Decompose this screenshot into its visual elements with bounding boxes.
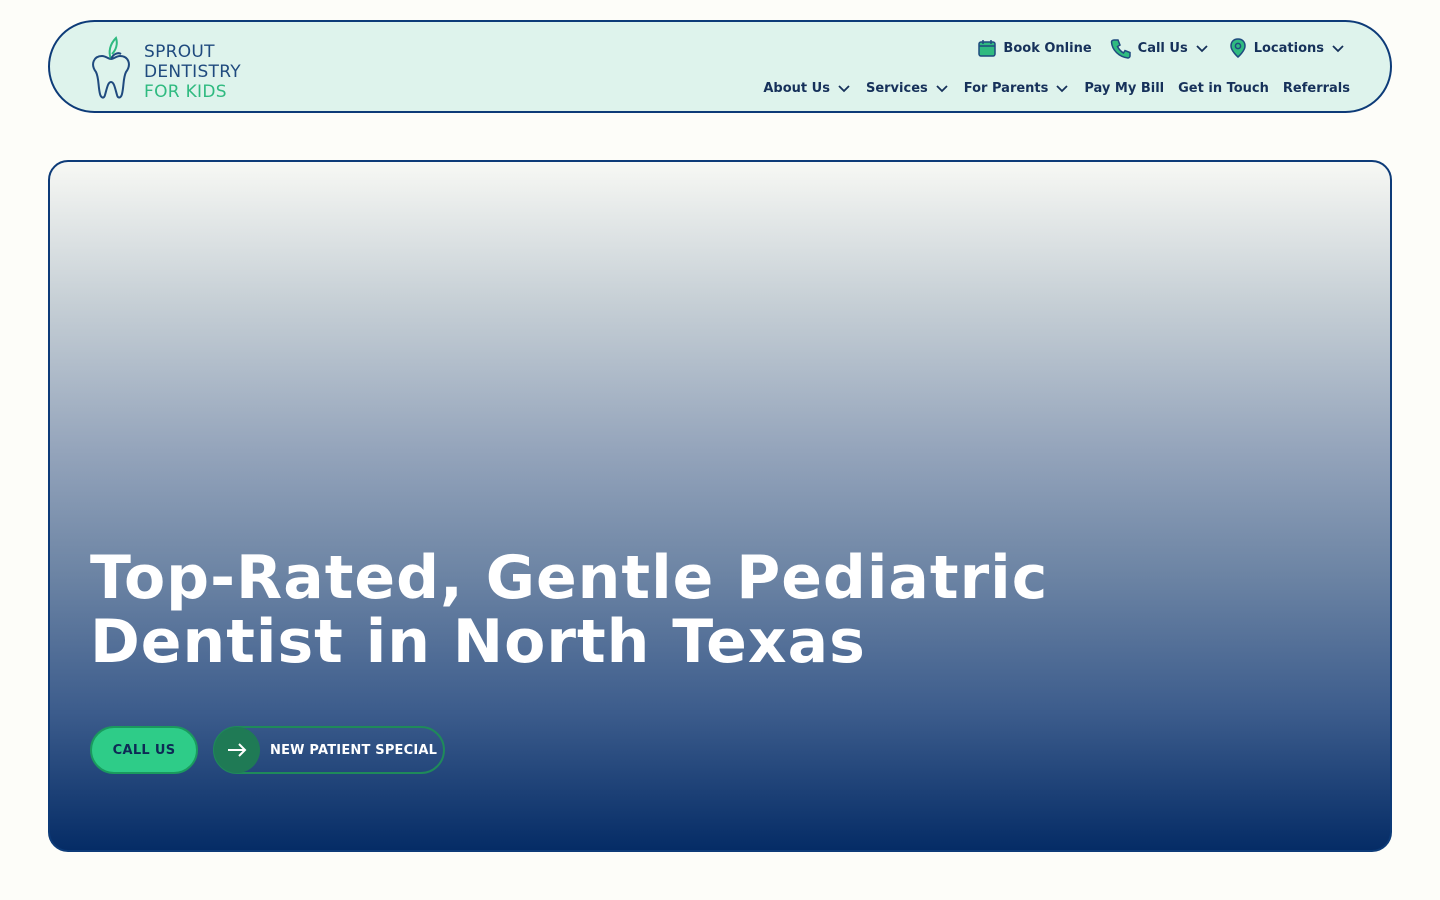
hero-section: Top-Rated, Gentle Pediatric Dentist in N… — [48, 160, 1392, 852]
nav-services[interactable]: Services — [866, 80, 950, 96]
hero-title-line-2: Dentist in North Texas — [90, 607, 866, 677]
book-online-link[interactable]: Book Online — [977, 38, 1092, 58]
logo-line-3: FOR KIDS — [144, 82, 227, 102]
call-us-button-label: CALL US — [112, 742, 176, 758]
calendar-icon — [977, 38, 997, 58]
hero-title-line-1: Top-Rated, Gentle Pediatric — [90, 543, 1049, 613]
chevron-down-icon — [934, 80, 950, 96]
nav-about-us[interactable]: About Us — [763, 80, 852, 96]
utility-nav: Book Online Call Us Locations — [977, 36, 1346, 60]
nav-about-us-label: About Us — [763, 80, 830, 96]
logo-line-2: DENTISTRY — [144, 62, 241, 82]
new-patient-special-label: NEW PATIENT SPECIAL — [270, 742, 438, 758]
new-patient-special-button[interactable]: NEW PATIENT SPECIAL — [213, 726, 445, 774]
nav-referrals-label: Referrals — [1282, 80, 1350, 96]
nav-pay-my-bill[interactable]: Pay My Bill — [1084, 81, 1164, 96]
chevron-down-icon — [1054, 80, 1070, 96]
nav-for-parents-label: For Parents — [963, 80, 1049, 96]
nav-services-label: Services — [865, 80, 928, 96]
locations-label: Locations — [1253, 40, 1324, 56]
tooth-sprout-icon — [92, 36, 130, 99]
nav-pay-my-bill-label: Pay My Bill — [1084, 80, 1165, 96]
location-pin-icon — [1228, 37, 1248, 59]
book-online-label: Book Online — [1003, 40, 1092, 56]
nav-for-parents[interactable]: For Parents — [964, 80, 1071, 96]
nav-referrals[interactable]: Referrals — [1283, 81, 1350, 96]
chevron-down-icon — [1194, 40, 1210, 56]
hero-title: Top-Rated, Gentle Pediatric Dentist in N… — [90, 546, 1090, 674]
chevron-down-icon — [1330, 40, 1346, 56]
nav-get-in-touch[interactable]: Get in Touch — [1178, 81, 1269, 96]
call-us-button[interactable]: CALL US — [90, 726, 198, 774]
arrow-right-icon — [214, 727, 260, 773]
main-nav: About Us Services For Parents Pay My Bil… — [763, 76, 1350, 100]
phone-icon — [1110, 37, 1132, 59]
call-us-label: Call Us — [1137, 40, 1188, 56]
logo-text: SPROUT DENTISTRY FOR KIDS — [144, 42, 241, 102]
logo[interactable]: SPROUT DENTISTRY FOR KIDS — [88, 34, 268, 104]
logo-line-1: SPROUT — [144, 42, 215, 62]
nav-get-in-touch-label: Get in Touch — [1178, 80, 1269, 96]
site-header: SPROUT DENTISTRY FOR KIDS Book Online Ca… — [48, 20, 1392, 113]
call-us-link[interactable]: Call Us — [1110, 37, 1210, 59]
chevron-down-icon — [836, 80, 852, 96]
locations-link[interactable]: Locations — [1228, 37, 1346, 59]
